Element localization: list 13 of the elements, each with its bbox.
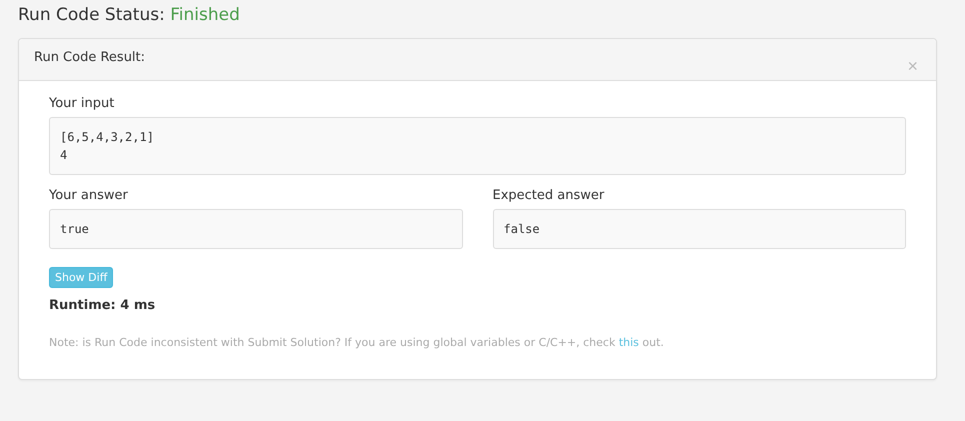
this-link[interactable]: this [618,336,639,349]
status-heading: Run Code Status: Finished [18,4,241,26]
field-label: Your input [49,96,116,111]
close-button[interactable]: × [907,57,918,75]
panel-title: Run Code Result: [34,51,146,67]
answer-field: false [492,209,906,249]
answer-field: true [49,209,462,249]
runtime-text: Runtime: 4 ms [49,298,156,313]
note-text: Note: is Run Code inconsistent with Submit Solution? If you are using global variables or C/C++, check this out. [49,336,665,349]
field-label: Your answer [49,188,129,203]
show-diff-button[interactable]: Show Diff [49,267,114,288]
field-label: Expected answer [492,188,606,203]
input-field: [6,5,4,3,2,1] 4 [49,117,906,175]
